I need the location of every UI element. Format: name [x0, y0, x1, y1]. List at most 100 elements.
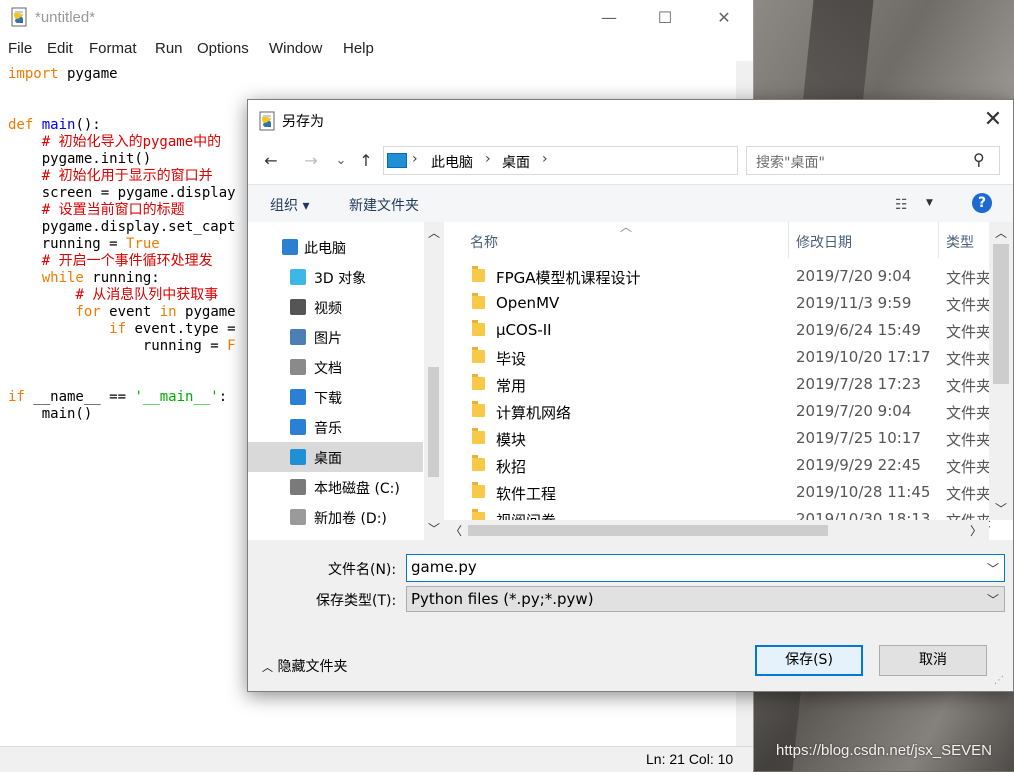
nav-item[interactable]: 3D 对象 [248, 262, 423, 292]
search-input[interactable]: 搜索"桌面" ⚲ [746, 146, 1000, 175]
scroll-right-icon[interactable]: 〉 [970, 522, 982, 539]
file-list-scroll-thumb[interactable] [993, 244, 1009, 384]
code-token: # 设置当前窗口的标题 [41, 202, 185, 218]
nav-item[interactable]: 新加卷 (D:) [248, 502, 423, 532]
filename-label: 文件名(N): [328, 562, 397, 578]
python-file-icon [11, 7, 27, 27]
code-token: for [75, 304, 101, 320]
folder-icon [472, 482, 485, 498]
menu-run[interactable]: Run [155, 40, 183, 57]
file-row[interactable]: µCOS-II 2019/6/24 15:49 文件夹 [444, 317, 992, 344]
breadcrumb-desktop[interactable]: 桌面 [502, 152, 530, 172]
code-token: pygame.display.set_capt [8, 219, 236, 235]
menu-file[interactable]: File [8, 40, 32, 57]
column-header: 名称 ︿ 修改日期 类型 [444, 222, 989, 258]
filename-value: game.py [411, 558, 477, 576]
code-token: # 开启一个事件循环处理发 [41, 253, 213, 269]
video-icon [290, 299, 306, 315]
file-list-hscroll-thumb[interactable] [468, 525, 828, 536]
file-type: 文件夹 [946, 485, 992, 503]
nav-item[interactable]: 桌面 [248, 442, 423, 472]
code-line: import pygame [8, 66, 738, 83]
file-date: 2019/7/28 17:23 [796, 375, 921, 393]
hide-folders-toggle[interactable]: ︿ 隐藏文件夹 [262, 656, 347, 676]
chevron-down-icon[interactable]: ﹀ [987, 591, 999, 608]
view-options-icon[interactable]: ☷ [895, 197, 908, 213]
forward-button[interactable]: → [300, 150, 322, 172]
file-type: 文件夹 [946, 323, 992, 341]
folder-icon [472, 374, 485, 390]
menu-window[interactable]: Window [269, 40, 322, 57]
scroll-up-icon[interactable]: ︿ [428, 224, 440, 241]
column-type[interactable]: 类型 [946, 232, 974, 252]
code-token: # 从消息队列中获取事 [75, 287, 219, 303]
code-token: __name__ == [24, 389, 135, 405]
close-button[interactable]: ✕ [701, 0, 747, 36]
code-token: # 初始化用于显示的窗口并 [41, 168, 213, 184]
code-token: while [41, 270, 84, 286]
file-type: 文件夹 [946, 431, 992, 449]
code-token: # 初始化导入的pygame中的 [41, 134, 222, 150]
nav-item-label: 视频 [314, 301, 342, 317]
file-row[interactable]: 模块 2019/7/25 10:17 文件夹 [444, 425, 992, 452]
file-row[interactable]: 软件工程 2019/10/28 11:45 文件夹 [444, 479, 992, 506]
scroll-down-icon[interactable]: ﹀ [428, 520, 440, 537]
filename-field[interactable]: game.py ﹀ [406, 554, 1005, 582]
column-date-modified[interactable]: 修改日期 [796, 232, 852, 252]
dialog-close-button[interactable]: ✕ [973, 100, 1013, 140]
help-icon[interactable]: ? [972, 193, 992, 213]
desktop-icon [290, 449, 306, 465]
back-button[interactable]: ← [260, 150, 282, 172]
scroll-left-icon[interactable]: 〈 [450, 522, 462, 539]
nav-item[interactable]: 视频 [248, 292, 423, 322]
file-row[interactable]: FPGA模型机课程设计 2019/7/20 9:04 文件夹 [444, 263, 991, 290]
file-row[interactable]: 秋招 2019/9/29 22:45 文件夹 [444, 452, 991, 479]
folder-icon [472, 455, 485, 471]
file-date: 2019/11/3 9:59 [796, 294, 912, 312]
menu-edit[interactable]: Edit [47, 40, 73, 57]
file-row[interactable]: 毕设 2019/10/20 17:17 文件夹 [444, 344, 992, 371]
chevron-up-icon: ︿ [262, 661, 273, 674]
nav-item-label: 新加卷 (D:) [314, 511, 387, 527]
file-type: 文件夹 [946, 377, 992, 395]
file-row[interactable]: 常用 2019/7/28 17:23 文件夹 [444, 371, 992, 398]
minimize-button[interactable]: — [586, 0, 632, 36]
menu-bar: File Edit Format Run Options Window Help [0, 37, 753, 61]
menu-help[interactable]: Help [343, 40, 374, 57]
code-token: event [100, 304, 160, 320]
nav-item-label: 音乐 [314, 421, 342, 437]
filetype-select[interactable]: Python files (*.py;*.pyw) ﹀ [406, 586, 1005, 612]
nav-item-label: 本地磁盘 (C:) [314, 481, 400, 497]
status-bar: Ln: 21 Col: 10 [0, 746, 753, 772]
code-token: pygame [58, 66, 118, 82]
file-row[interactable]: 计算机网络 2019/7/20 9:04 文件夹 [444, 398, 991, 425]
menu-options[interactable]: Options [197, 40, 249, 57]
nav-item[interactable]: 音乐 [248, 412, 423, 442]
breadcrumb-this-pc[interactable]: 此电脑 [431, 152, 473, 172]
scroll-up-icon[interactable]: ︿ [995, 224, 1007, 241]
chevron-down-icon[interactable]: ▼ [926, 198, 933, 208]
menu-format[interactable]: Format [89, 40, 137, 57]
nav-item[interactable]: 图片 [248, 322, 423, 352]
address-bar[interactable]: › 此电脑 › 桌面 › ⌵ ↻ [383, 146, 864, 175]
nav-item[interactable]: 下载 [248, 382, 423, 412]
organize-button[interactable]: 组织 ▾ [270, 195, 309, 215]
chevron-down-icon[interactable]: ﹀ [987, 560, 999, 577]
nav-scroll-thumb[interactable] [428, 367, 439, 477]
nav-item[interactable]: 本地磁盘 (C:) [248, 472, 423, 502]
file-row[interactable]: OpenMV 2019/11/3 9:59 文件夹 [444, 290, 991, 317]
save-button[interactable]: 保存(S) [755, 645, 863, 676]
recent-locations-button[interactable]: ⌄ [330, 150, 352, 172]
column-name[interactable]: 名称 [470, 232, 498, 252]
cancel-button[interactable]: 取消 [879, 645, 987, 676]
scroll-down-icon[interactable]: ﹀ [995, 500, 1007, 517]
new-folder-button[interactable]: 新建文件夹 [349, 195, 419, 215]
nav-item[interactable]: 文档 [248, 352, 423, 382]
resize-grip[interactable]: ⋰ [994, 675, 1008, 687]
file-type: 文件夹 [946, 350, 992, 368]
code-token: in [159, 304, 177, 320]
up-button[interactable]: ↑ [355, 150, 377, 172]
maximize-button[interactable]: ☐ [642, 0, 688, 36]
nav-item[interactable]: 此电脑 [248, 232, 423, 262]
